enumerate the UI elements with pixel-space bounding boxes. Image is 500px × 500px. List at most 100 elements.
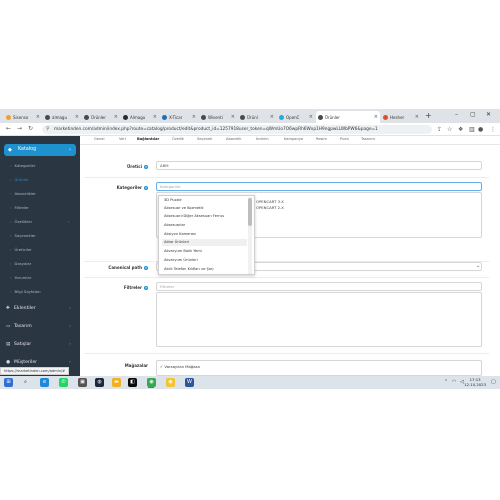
bookmark-star-icon[interactable]: ☆ bbox=[447, 126, 452, 133]
browser-tab[interactable]: almagu × bbox=[43, 111, 81, 123]
sidebar-subitem-downloads[interactable]: › Dosyalar bbox=[10, 261, 31, 266]
tab-links[interactable]: Bağlantılar bbox=[137, 137, 159, 141]
sidebar-subitem-categories[interactable]: › Kategoriler bbox=[10, 163, 35, 168]
tab-label: almagu bbox=[52, 114, 67, 120]
dropdown-scrollbar-thumb[interactable] bbox=[248, 198, 252, 226]
sidebar-subitem-products[interactable]: › Ürünler bbox=[10, 177, 29, 182]
file-explorer-icon[interactable]: ▬ bbox=[112, 378, 121, 387]
notification-icon[interactable]: ▢ bbox=[491, 379, 496, 385]
close-icon[interactable]: × bbox=[192, 114, 196, 120]
sidebar-subitem-filters[interactable]: › Filtreler bbox=[10, 205, 29, 210]
browser-tab[interactable]: Almagu × bbox=[121, 111, 159, 123]
sidebar-item-customers[interactable]: ● Müşteriler › bbox=[6, 360, 76, 365]
filters-input[interactable]: Filtreler bbox=[156, 282, 482, 291]
dropdown-option[interactable]: Akvaryum Ürünleri bbox=[162, 257, 247, 264]
browser-tab[interactable]: Ürünl × bbox=[238, 111, 276, 123]
tab-special[interactable]: Kampanya bbox=[284, 137, 303, 141]
extension-icon[interactable]: ❖ bbox=[458, 126, 463, 133]
menu-icon[interactable]: ⋮ bbox=[490, 126, 496, 133]
close-icon[interactable]: × bbox=[374, 114, 378, 120]
close-icon[interactable]: × bbox=[114, 114, 118, 120]
sidepanel-icon[interactable]: ▥ bbox=[469, 126, 475, 133]
maximize-icon[interactable]: ▢ bbox=[470, 111, 476, 118]
tab-image[interactable]: Resim bbox=[316, 137, 327, 141]
tab-label: Ürünler bbox=[91, 114, 106, 120]
tab-subscription[interactable]: Abonelik bbox=[226, 137, 242, 141]
browser-tab[interactable]: Sisenso × bbox=[4, 111, 42, 123]
tab-data[interactable]: Veri bbox=[119, 137, 126, 141]
system-clock[interactable]: 17:13 12.10.2023 bbox=[464, 377, 486, 387]
tab-option[interactable]: Seçenek bbox=[197, 137, 212, 141]
dropdown-option[interactable]: 3D Puzzle bbox=[162, 197, 247, 204]
tab-attribute[interactable]: Özellik bbox=[172, 137, 184, 141]
minimize-icon[interactable]: – bbox=[455, 111, 458, 118]
tab-general[interactable]: Genel bbox=[94, 137, 104, 141]
sidebar-item-catalog[interactable]: ◆ Katalog › bbox=[4, 144, 76, 156]
sidebar-item-sales[interactable]: ▤ Satışlar › bbox=[6, 342, 76, 347]
divider bbox=[84, 277, 489, 278]
dropdown-option[interactable]: Aksesuar ve Kozmetik bbox=[162, 205, 247, 212]
sidebar-subitem-subscriptions[interactable]: › Abonelikler bbox=[10, 191, 36, 196]
start-windows-icon[interactable]: ⊞ bbox=[4, 378, 13, 387]
tab-reward[interactable]: Puan bbox=[340, 137, 349, 141]
close-icon[interactable]: × bbox=[231, 114, 235, 120]
sidebar-item-design[interactable]: ▭ Tasarım › bbox=[6, 324, 76, 329]
dropdown-option-highlighted[interactable]: Aktar Ürünleri bbox=[162, 239, 247, 247]
wifi-icon[interactable]: ◠ bbox=[452, 379, 456, 385]
site-info-icon[interactable]: ⚲ bbox=[46, 125, 50, 134]
app-icon[interactable]: ◧ bbox=[128, 378, 137, 387]
sidebar-subitem-attributes[interactable]: › Özellikler › bbox=[10, 219, 70, 224]
help-icon: ? bbox=[144, 286, 148, 290]
sidebar-subitem-label: Seçenekler bbox=[14, 233, 36, 238]
close-icon[interactable]: × bbox=[36, 114, 40, 120]
dropdown-option[interactable]: Akıllı Telefon Kılıfları ve Şarj bbox=[162, 266, 247, 273]
browser-tab[interactable]: OpenC × bbox=[277, 111, 315, 123]
steam-icon[interactable]: ◍ bbox=[95, 378, 104, 387]
chrome-icon[interactable]: ◉ bbox=[147, 378, 156, 387]
dropdown-option[interactable]: Akvaryum Balık Yemi bbox=[162, 248, 247, 255]
sidebar-subitem-manufacturers[interactable]: › Üreticiler bbox=[10, 247, 32, 252]
stores-label: Mağazalar bbox=[86, 363, 148, 368]
checkbox-checked-icon[interactable]: ✓ bbox=[160, 364, 163, 369]
sidebar-subitem-label: Üreticiler bbox=[14, 247, 32, 252]
new-tab-button[interactable]: + bbox=[425, 111, 432, 120]
dropdown-option[interactable]: Aksiyon Kamerası bbox=[162, 231, 247, 238]
browser-tab[interactable]: Wisenti × bbox=[199, 111, 237, 123]
sidebar-item-extensions[interactable]: ✚ Eklentiler › bbox=[6, 306, 76, 311]
share-icon[interactable]: ⇪ bbox=[437, 126, 442, 133]
close-icon[interactable]: × bbox=[309, 114, 313, 120]
profile-icon[interactable]: ● bbox=[478, 126, 483, 133]
sidebar-subitem-reviews[interactable]: › Yorumlar bbox=[10, 275, 31, 280]
whatsapp-icon[interactable]: ✆ bbox=[59, 378, 68, 387]
back-icon[interactable]: ← bbox=[6, 125, 11, 132]
close-icon[interactable]: × bbox=[270, 114, 274, 120]
close-icon[interactable]: × bbox=[75, 114, 79, 120]
close-icon[interactable]: × bbox=[153, 114, 157, 120]
chevron-up-icon[interactable]: ⌃ bbox=[444, 379, 448, 385]
browser-tab[interactable]: Hesher × bbox=[381, 111, 421, 123]
reload-icon[interactable]: ↻ bbox=[28, 125, 33, 132]
app-icon[interactable]: ▣ bbox=[78, 378, 87, 387]
browser-tab-active[interactable]: Ürünler × bbox=[316, 111, 380, 123]
manufacturer-input[interactable]: ABM bbox=[156, 161, 482, 170]
sidebar-subitem-label: Kategoriler bbox=[14, 163, 36, 168]
tab-design[interactable]: Tasarım bbox=[361, 137, 375, 141]
word-icon[interactable]: W bbox=[185, 378, 194, 387]
close-window-icon[interactable]: ✕ bbox=[486, 111, 491, 118]
browser-tab[interactable]: X-Ticar × bbox=[160, 111, 198, 123]
edge-icon[interactable]: e bbox=[40, 378, 49, 387]
forward-icon[interactable]: → bbox=[17, 125, 22, 132]
dropdown-option[interactable]: Aksesuarlar bbox=[162, 222, 247, 229]
chrome-profile-icon[interactable]: ◉ bbox=[166, 378, 175, 387]
sidebar-subitem-information[interactable]: › Bilgi Sayfaları bbox=[10, 289, 41, 294]
close-icon[interactable]: × bbox=[415, 114, 419, 120]
store-default-checkbox[interactable]: ✓ Varsayılan Mağaza bbox=[160, 364, 200, 369]
categories-autocomplete-input[interactable]: Kategoriler bbox=[156, 182, 482, 191]
manufacturer-label: Üretici? bbox=[86, 164, 148, 169]
sidebar-subitem-options[interactable]: › Seçenekler bbox=[10, 233, 36, 238]
dropdown-option[interactable]: Aksesuar>Diğer Aksesuarı Ferrus bbox=[162, 213, 247, 220]
browser-tab[interactable]: Ürünler × bbox=[82, 111, 120, 123]
url-input[interactable]: ⚲ marketinden.com/admin/index.php?route=… bbox=[42, 125, 432, 134]
tab-discount[interactable]: İndirim bbox=[256, 137, 269, 141]
search-icon[interactable]: ⌕ bbox=[21, 378, 30, 387]
